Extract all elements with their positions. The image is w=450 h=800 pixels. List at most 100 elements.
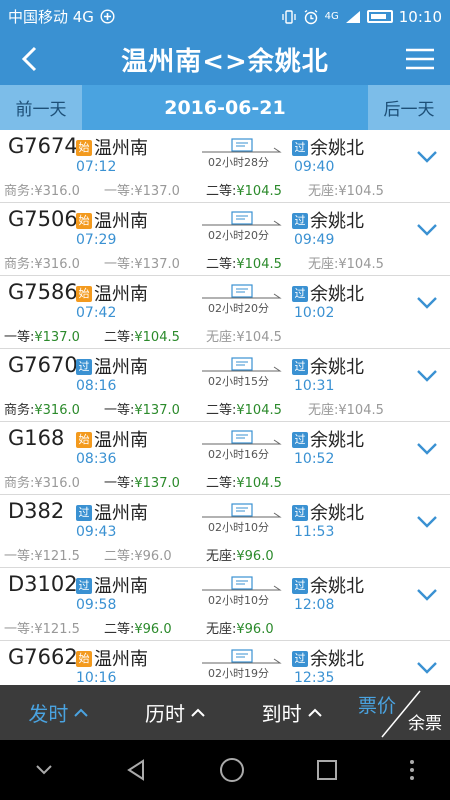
seat-price: 一等:¥137.0 <box>4 326 80 345</box>
train-row[interactable]: G7670 过温州南 08:16 02小时15分过余姚北 10:31 商务:¥316.0 一… <box>0 349 450 422</box>
sort-tab-bar: 发时 历时 到时 票价 余票 <box>0 685 450 740</box>
arrival-station: 过余姚北 <box>292 207 364 233</box>
train-row[interactable]: D382 过温州南 09:43 02小时10分过余姚北 11:53 一等:¥121.5 二等… <box>0 495 450 568</box>
duration-indicator: 02小时20分 <box>202 284 284 315</box>
departure-time: 07:12 <box>76 159 117 175</box>
chevron-down-icon[interactable] <box>416 588 438 602</box>
chevron-down-icon[interactable] <box>35 764 53 776</box>
arrival-station: 过余姚北 <box>292 280 364 306</box>
more-dots-icon[interactable] <box>409 759 415 781</box>
seat-price: 二等:¥104.5 <box>206 472 282 491</box>
departure-tag: 过 <box>76 359 92 375</box>
clock: 10:10 <box>398 7 442 26</box>
train-number: G7662 <box>8 645 78 669</box>
current-date[interactable]: 2016-06-21 <box>82 85 368 130</box>
train-list[interactable]: G7674 始温州南 07:12 02小时28分过余姚北 09:40 商务:¥316.0 一… <box>0 130 450 685</box>
seat-price-value: ¥316.0 <box>34 476 80 491</box>
chevron-down-icon[interactable] <box>416 661 438 675</box>
seat-class: 一等: <box>4 330 35 345</box>
seat-price-value: ¥104.5 <box>236 403 282 418</box>
chevron-down-icon[interactable] <box>416 442 438 456</box>
train-number: D3102 <box>8 572 78 596</box>
tab-arrive-time[interactable]: 到时 <box>233 698 350 727</box>
back-triangle-icon[interactable] <box>124 758 148 782</box>
seat-price-value: ¥137.0 <box>134 476 180 491</box>
seat-price: 商务:¥316.0 <box>4 253 80 272</box>
menu-button[interactable] <box>402 41 438 77</box>
train-number: G7506 <box>8 207 78 231</box>
battery-icon <box>366 10 393 23</box>
departure-station: 始温州南 <box>76 426 148 452</box>
train-row[interactable]: G7662 始温州南 10:16 02小时19分 过余姚北 12:35 <box>0 641 450 685</box>
train-row[interactable]: G7586 始温州南 07:42 02小时20分 过余姚北 10:02 一等:¥137.0 二… <box>0 276 450 349</box>
seat-price-value: ¥137.0 <box>134 257 180 272</box>
train-row[interactable]: D3102 过温州南 09:58 02小时10分过余姚北 12:08 一等:¥121.5 二… <box>0 568 450 641</box>
tab-duration[interactable]: 历时 <box>117 698 234 727</box>
tab-duration-label: 历时 <box>145 702 185 726</box>
duration-text: 02小时10分 <box>208 521 269 534</box>
next-day-button[interactable]: 后一天 <box>368 85 450 130</box>
seat-price-value: ¥316.0 <box>34 257 80 272</box>
alarm-icon <box>304 9 318 24</box>
chevron-down-icon[interactable] <box>416 515 438 529</box>
arrival-tag: 过 <box>292 286 308 302</box>
seat-class: 一等: <box>104 403 135 418</box>
arrival-tag: 过 <box>292 140 308 156</box>
seat-price-value: ¥104.5 <box>338 184 384 199</box>
seat-price-value: ¥104.5 <box>236 476 282 491</box>
tab-remaining-label: 余票 <box>408 714 443 734</box>
arrival-time: 10:31 <box>294 378 335 394</box>
train-number: G7586 <box>8 280 78 304</box>
arrival-station: 过余姚北 <box>292 499 364 525</box>
arrival-time: 12:35 <box>294 670 335 685</box>
departure-station-name: 温州南 <box>94 649 148 670</box>
arrival-tag: 过 <box>292 505 308 521</box>
departure-tag: 始 <box>76 213 92 229</box>
train-row[interactable]: G168 始温州南 08:36 02小时16分 过余姚北 10:52 商务:¥316.0 一等… <box>0 422 450 495</box>
seat-class: 一等: <box>104 257 135 272</box>
seat-price: 二等:¥96.0 <box>104 545 172 564</box>
departure-time: 07:29 <box>76 232 117 248</box>
seat-class: 商务: <box>4 476 35 491</box>
recents-square-icon[interactable] <box>316 759 338 781</box>
prev-day-button[interactable]: 前一天 <box>0 85 82 130</box>
departure-tag: 始 <box>76 432 92 448</box>
arrival-station-name: 余姚北 <box>310 430 364 451</box>
back-button[interactable] <box>12 41 48 77</box>
arrival-time: 10:02 <box>294 305 335 321</box>
chevron-down-icon[interactable] <box>416 223 438 237</box>
chevron-down-icon[interactable] <box>416 150 438 164</box>
seat-class: 无座: <box>308 403 339 418</box>
seat-price: 一等:¥137.0 <box>104 472 180 491</box>
train-row[interactable]: G7506 始温州南 07:29 02小时20分 过余姚北 09:49 商务:¥316.0 一… <box>0 203 450 276</box>
seat-class: 商务: <box>4 403 35 418</box>
departure-station-name: 温州南 <box>94 357 148 378</box>
departure-station-name: 温州南 <box>94 430 148 451</box>
seat-price: 二等:¥104.5 <box>206 253 282 272</box>
date-bar: 前一天 2016-06-21 后一天 <box>0 85 450 130</box>
seat-price-value: ¥316.0 <box>34 403 80 418</box>
train-row[interactable]: G7674 始温州南 07:12 02小时28分 过余姚北 09:40 商务:¥316.0 一… <box>0 130 450 203</box>
seat-price: 一等:¥137.0 <box>104 253 180 272</box>
seat-class: 无座: <box>206 622 237 637</box>
train-number: G168 <box>8 426 65 450</box>
seat-class: 商务: <box>4 184 35 199</box>
home-circle-icon[interactable] <box>219 757 245 783</box>
tab-price-remaining[interactable]: 票价 余票 <box>350 685 450 740</box>
chevron-down-icon[interactable] <box>416 296 438 310</box>
tab-depart-time[interactable]: 发时 <box>0 698 117 727</box>
seat-class: 二等: <box>206 257 237 272</box>
header: 温州南<>余姚北 <box>0 33 450 85</box>
departure-station: 始温州南 <box>76 645 148 671</box>
arrival-time: 09:40 <box>294 159 335 175</box>
seat-price: 无座:¥96.0 <box>206 545 274 564</box>
arrival-tag: 过 <box>292 432 308 448</box>
duration-indicator: 02小时10分 <box>202 576 284 607</box>
chevron-down-icon[interactable] <box>416 369 438 383</box>
seat-class: 二等: <box>104 330 135 345</box>
duration-text: 02小时20分 <box>208 302 269 315</box>
arrival-station-name: 余姚北 <box>310 357 364 378</box>
arrival-station: 过余姚北 <box>292 353 364 379</box>
chevron-up-icon <box>307 708 322 717</box>
departure-tag: 始 <box>76 286 92 302</box>
